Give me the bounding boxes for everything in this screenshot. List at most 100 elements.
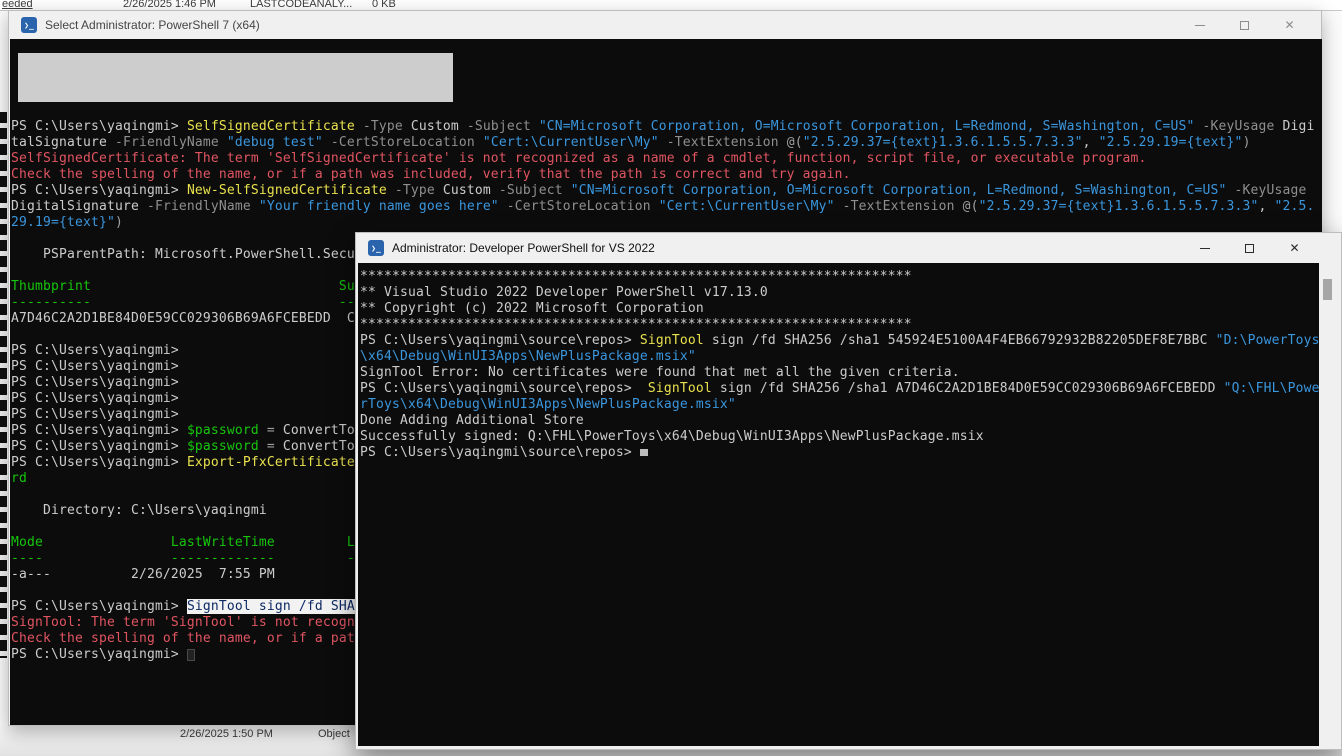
text-segment: PS C:\Users\yaqingmi\source\repos> bbox=[360, 381, 648, 396]
text-segment: PS C:\Users\yaqingmi\source\repos> bbox=[360, 445, 640, 460]
text-segment: ) bbox=[115, 215, 123, 230]
file-label: LASTCODEANALY... bbox=[250, 0, 352, 10]
text-segment: "Your friendly name goes here" bbox=[259, 199, 499, 214]
text-segment: -Subject bbox=[491, 183, 571, 198]
window-title: Administrator: Developer PowerShell for … bbox=[392, 241, 655, 255]
text-segment: Export-PfxCertificate bbox=[187, 455, 363, 470]
text-segment: sign /fd SHA256 /sha1 A7D46C2A2D1BE84D0E… bbox=[712, 381, 1224, 396]
file-name-fragment: eeded bbox=[2, 0, 33, 10]
text-segment: ****************************************… bbox=[360, 317, 912, 332]
text-segment: PSParentPath: Microsoft.PowerShell.Secur… bbox=[11, 247, 371, 262]
text-segment: SelfSignedCertificate: The term 'SelfSig… bbox=[11, 151, 1147, 166]
window-title: Select Administrator: PowerShell 7 (x64) bbox=[45, 18, 260, 32]
text-segment: "CN=Microsoft Corporation, O=Microsoft C… bbox=[539, 119, 1195, 134]
maximize-icon bbox=[1245, 244, 1254, 253]
text-segment: "debug test" bbox=[227, 135, 323, 150]
text-segment: rd bbox=[11, 471, 27, 486]
text-segment: ** Copyright (c) 2022 Microsoft Corporat… bbox=[360, 301, 704, 316]
text-segment: PS C:\Users\yaqingmi> bbox=[11, 423, 187, 438]
text-segment: PS C:\Users\yaqingmi> bbox=[11, 359, 187, 374]
cursor bbox=[187, 649, 195, 661]
text-segment: PS C:\Users\yaqingmi> bbox=[11, 343, 187, 358]
terminal-line: Check the spelling of the name, or if a … bbox=[11, 167, 1322, 183]
text-segment: -CertStoreLocation bbox=[499, 199, 659, 214]
scrollbar[interactable] bbox=[1319, 263, 1336, 746]
text-segment: Done Adding Additional Store bbox=[360, 413, 584, 428]
text-segment: Successfully signed: Q:\FHL\PowerToys\x6… bbox=[360, 429, 984, 444]
window-developer-powershell: ❯_ Administrator: Developer PowerShell f… bbox=[355, 232, 1342, 750]
cursor bbox=[640, 449, 648, 456]
terminal-line: PS C:\Users\yaqingmi\source\repos> SignT… bbox=[360, 333, 1319, 349]
powershell-icon: ❯_ bbox=[21, 17, 37, 33]
text-segment: Directory: C:\Users\yaqingmi bbox=[11, 503, 267, 518]
close-button[interactable]: ✕ bbox=[1272, 233, 1317, 263]
terminal-line: PS C:\Users\yaqingmi> SelfSignedCertific… bbox=[11, 119, 1322, 135]
titlebar[interactable]: ❯_ Select Administrator: PowerShell 7 (x… bbox=[9, 11, 1321, 39]
text-segment: "2.5.29.37={text}1.3.6.1.5.5.7.3.3" bbox=[803, 135, 1083, 150]
text-segment: \x64\Debug\WinUI3Apps\NewPlusPackage.msi… bbox=[360, 349, 696, 364]
terminal-line: Done Adding Additional Store bbox=[360, 413, 1319, 429]
text-segment: 29.19={text}" bbox=[11, 215, 115, 230]
maximize-button[interactable] bbox=[1227, 233, 1272, 263]
terminal-line: ****************************************… bbox=[360, 269, 1319, 285]
text-segment: Check the spelling of the name, or if a … bbox=[11, 631, 363, 646]
text-segment: ) bbox=[1243, 135, 1251, 150]
minimize-button[interactable] bbox=[1182, 233, 1227, 263]
text-segment: DigitalSignature bbox=[11, 199, 139, 214]
text-segment: -CertStoreLocation bbox=[323, 135, 483, 150]
text-segment: -Subject bbox=[459, 119, 539, 134]
text-segment: "Q:\FHL\Powe bbox=[1224, 381, 1319, 396]
close-button[interactable]: ✕ bbox=[1267, 11, 1312, 39]
text-segment: -TextExtension bbox=[835, 199, 963, 214]
text-segment: "2.5.29.37={text}1.3.6.1.5.5.7.3.3" bbox=[979, 199, 1259, 214]
text-segment: SignTool: The term 'SignTool' is not rec… bbox=[11, 615, 363, 630]
text-segment: ** Visual Studio 2022 Developer PowerShe… bbox=[360, 285, 768, 300]
text-segment: PS C:\Users\yaqingmi> bbox=[11, 407, 187, 422]
file-date: 2/26/2025 1:46 PM bbox=[123, 0, 216, 10]
maximize-button[interactable] bbox=[1222, 11, 1267, 39]
minimize-button[interactable] bbox=[1177, 11, 1222, 39]
terminal-line: ** Visual Studio 2022 Developer PowerShe… bbox=[360, 285, 1319, 301]
text-segment: @( bbox=[787, 135, 803, 150]
text-segment: ---------- -- bbox=[11, 295, 355, 310]
terminal-line bbox=[11, 103, 1322, 119]
text-segment: SignTool bbox=[640, 333, 704, 348]
text-segment: -FriendlyName bbox=[139, 199, 259, 214]
text-segment: talSignature bbox=[11, 135, 107, 150]
file-size: 0 KB bbox=[372, 0, 396, 10]
text-segment: "D:\PowerToys bbox=[1216, 333, 1319, 348]
text-segment: PS C:\Users\yaqingmi> bbox=[11, 375, 187, 390]
text-segment: , bbox=[1259, 199, 1275, 214]
terminal-line: rToys\x64\Debug\WinUI3Apps\NewPlusPackag… bbox=[360, 397, 1319, 413]
scrollbar-thumb[interactable] bbox=[1323, 279, 1332, 300]
text-segment: Check the spelling of the name, or if a … bbox=[11, 167, 851, 182]
text-segment: $password bbox=[187, 423, 259, 438]
text-segment: -KeyUsage bbox=[1227, 183, 1307, 198]
occluded-window-sliver bbox=[0, 112, 7, 658]
text-segment: sign /fd SHA256 /sha1 545924E5100A4F4EB6… bbox=[704, 333, 1216, 348]
titlebar[interactable]: ❯_ Administrator: Developer PowerShell f… bbox=[356, 233, 1341, 263]
terminal-content[interactable]: ****************************************… bbox=[358, 263, 1319, 746]
text-segment: A7D46C2A2D1BE84D0E59CC029306B69A6FCEBEDD… bbox=[11, 311, 363, 326]
terminal-line: ****************************************… bbox=[360, 317, 1319, 333]
minimize-icon bbox=[1195, 25, 1205, 26]
text-segment: Custom bbox=[411, 119, 459, 134]
terminal-line: SelfSignedCertificate: The term 'SelfSig… bbox=[11, 151, 1322, 167]
text-segment: PS C:\Users\yaqingmi> bbox=[11, 647, 187, 662]
terminal-line: 29.19={text}") bbox=[11, 215, 1322, 231]
text-segment: SignTool Error: No certificates were fou… bbox=[360, 365, 960, 380]
text-segment: PS C:\Users\yaqingmi\source\repos> bbox=[360, 333, 640, 348]
text-segment: "2.5.29.19={text}" bbox=[1099, 135, 1243, 150]
text-segment: -TextExtension bbox=[659, 135, 787, 150]
text-segment: SignTool bbox=[648, 381, 712, 396]
close-icon: ✕ bbox=[1289, 242, 1299, 254]
terminal-line: PS C:\Users\yaqingmi> New-SelfSignedCert… bbox=[11, 183, 1322, 199]
text-segment: "2.5. bbox=[1275, 199, 1315, 214]
file-date: 2/26/2025 1:50 PM bbox=[180, 728, 273, 740]
text-segment: $password bbox=[187, 439, 259, 454]
terminal-line: talSignature -FriendlyName "debug test" … bbox=[11, 135, 1322, 151]
update-notice-box bbox=[18, 53, 453, 102]
terminal-line: \x64\Debug\WinUI3Apps\NewPlusPackage.msi… bbox=[360, 349, 1319, 365]
text-segment: -Type bbox=[355, 119, 411, 134]
text-segment: -KeyUsage bbox=[1195, 119, 1283, 134]
